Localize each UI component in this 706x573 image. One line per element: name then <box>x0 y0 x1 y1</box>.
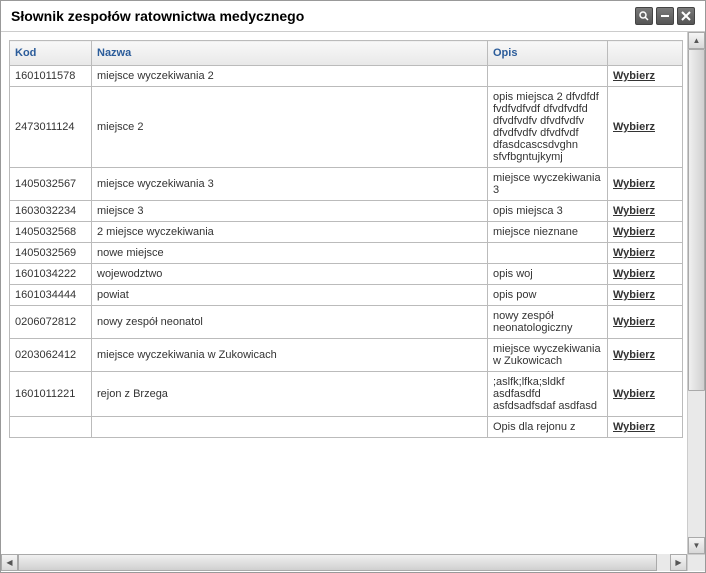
select-link[interactable]: Wybierz <box>613 316 655 328</box>
cell-opis: nowy zespół neonatologiczny <box>488 306 608 339</box>
cell-kod: 1405032567 <box>10 168 92 201</box>
col-header-opis[interactable]: Opis <box>488 41 608 66</box>
select-link[interactable]: Wybierz <box>613 421 655 433</box>
window-controls <box>635 7 695 25</box>
table-row: 1601034222wojewodztwoopis woj Wybierz <box>10 264 683 285</box>
cell-kod: 1405032569 <box>10 243 92 264</box>
table-row: 1405032569nowe miejsce Wybierz <box>10 243 683 264</box>
cell-kod: 0206072812 <box>10 306 92 339</box>
cell-action: Wybierz <box>608 168 683 201</box>
cell-opis: miejsce wyczekiwania w Zukowicach <box>488 339 608 372</box>
table-row: 2473011124miejsce 2opis miejsca 2 dfvdfd… <box>10 87 683 168</box>
table-header-row: Kod Nazwa Opis <box>10 41 683 66</box>
cell-nazwa: miejsce 2 <box>92 87 488 168</box>
cell-opis: opis miejsca 2 dfvdfdf fvdfvdfvdf dfvdfv… <box>488 87 608 168</box>
cell-action: Wybierz <box>608 66 683 87</box>
cell-kod: 2473011124 <box>10 87 92 168</box>
horizontal-scrollbar[interactable]: ◀ ▶ <box>1 554 687 571</box>
cell-kod: 1601034222 <box>10 264 92 285</box>
restore-button[interactable] <box>635 7 653 25</box>
table-row: 1405032567miejsce wyczekiwania 3miejsce … <box>10 168 683 201</box>
scroll-right-button[interactable]: ▶ <box>670 554 687 571</box>
cell-opis: opis woj <box>488 264 608 285</box>
select-link[interactable]: Wybierz <box>613 268 655 280</box>
cell-kod: 1603032234 <box>10 201 92 222</box>
cell-nazwa: miejsce wyczekiwania 3 <box>92 168 488 201</box>
cell-opis: ;aslfk;lfka;sldkf asdfasdfd asfdsadfsdaf… <box>488 372 608 417</box>
minimize-button[interactable] <box>656 7 674 25</box>
window-title: Słownik zespołów ratownictwa medycznego <box>11 8 304 24</box>
table-row: 14050325682 miejsce wyczekiwaniamiejsce … <box>10 222 683 243</box>
cell-nazwa: miejsce wyczekiwania w Zukowicach <box>92 339 488 372</box>
select-link[interactable]: Wybierz <box>613 289 655 301</box>
cell-kod: 0203062412 <box>10 339 92 372</box>
table-row: Opis dla rejonu z Wybierz <box>10 417 683 438</box>
cell-nazwa: powiat <box>92 285 488 306</box>
cell-kod: 1601011221 <box>10 372 92 417</box>
cell-nazwa: miejsce wyczekiwania 2 <box>92 66 488 87</box>
table-row: 1601011578miejsce wyczekiwania 2 Wybierz <box>10 66 683 87</box>
cell-opis <box>488 66 608 87</box>
cell-action: Wybierz <box>608 222 683 243</box>
cell-kod: 1405032568 <box>10 222 92 243</box>
cell-nazwa: miejsce 3 <box>92 201 488 222</box>
cell-opis: opis miejsca 3 <box>488 201 608 222</box>
cell-nazwa: rejon z Brzega <box>92 372 488 417</box>
horizontal-scroll-thumb[interactable] <box>18 554 657 571</box>
cell-nazwa <box>92 417 488 438</box>
table-row: 0203062412miejsce wyczekiwania w Zukowic… <box>10 339 683 372</box>
vertical-scroll-thumb[interactable] <box>688 49 705 391</box>
cell-action: Wybierz <box>608 417 683 438</box>
cell-opis <box>488 243 608 264</box>
cell-action: Wybierz <box>608 87 683 168</box>
select-link[interactable]: Wybierz <box>613 226 655 238</box>
cell-kod <box>10 417 92 438</box>
table-body: 1601011578miejsce wyczekiwania 2Wybierz2… <box>10 66 683 438</box>
scroll-down-button[interactable]: ▼ <box>688 537 705 554</box>
select-link[interactable]: Wybierz <box>613 205 655 217</box>
window-body: Kod Nazwa Opis 1601011578miejsce wyczeki… <box>1 32 705 571</box>
close-button[interactable] <box>677 7 695 25</box>
cell-action: Wybierz <box>608 264 683 285</box>
cell-nazwa: 2 miejsce wyczekiwania <box>92 222 488 243</box>
select-link[interactable]: Wybierz <box>613 349 655 361</box>
vertical-scrollbar[interactable]: ▲ ▼ <box>687 32 705 554</box>
cell-action: Wybierz <box>608 306 683 339</box>
cell-nazwa: wojewodztwo <box>92 264 488 285</box>
window-titlebar: Słownik zespołów ratownictwa medycznego <box>1 1 705 32</box>
cell-action: Wybierz <box>608 339 683 372</box>
scrollbar-corner <box>687 554 705 571</box>
table-row: 1603032234miejsce 3opis miejsca 3 Wybierz <box>10 201 683 222</box>
cell-nazwa: nowe miejsce <box>92 243 488 264</box>
cell-action: Wybierz <box>608 285 683 306</box>
select-link[interactable]: Wybierz <box>613 178 655 190</box>
col-header-nazwa[interactable]: Nazwa <box>92 41 488 66</box>
cell-action: Wybierz <box>608 243 683 264</box>
select-link[interactable]: Wybierz <box>613 70 655 82</box>
cell-nazwa: nowy zespół neonatol <box>92 306 488 339</box>
table-row: 0206072812nowy zespół neonatolnowy zespó… <box>10 306 683 339</box>
select-link[interactable]: Wybierz <box>613 121 655 133</box>
cell-action: Wybierz <box>608 372 683 417</box>
table-row: 1601034444powiatopis pow Wybierz <box>10 285 683 306</box>
col-header-action <box>608 41 683 66</box>
scroll-up-button[interactable]: ▲ <box>688 32 705 49</box>
cell-opis: Opis dla rejonu z <box>488 417 608 438</box>
cell-kod: 1601034444 <box>10 285 92 306</box>
cell-action: Wybierz <box>608 201 683 222</box>
select-link[interactable]: Wybierz <box>613 388 655 400</box>
scroll-left-button[interactable]: ◀ <box>1 554 18 571</box>
data-table: Kod Nazwa Opis 1601011578miejsce wyczeki… <box>9 40 683 438</box>
col-header-kod[interactable]: Kod <box>10 41 92 66</box>
vertical-scroll-track[interactable] <box>688 49 705 537</box>
cell-kod: 1601011578 <box>10 66 92 87</box>
cell-opis: miejsce nieznane <box>488 222 608 243</box>
cell-opis: miejsce wyczekiwania 3 <box>488 168 608 201</box>
cell-opis: opis pow <box>488 285 608 306</box>
horizontal-scroll-track[interactable] <box>18 554 670 571</box>
select-link[interactable]: Wybierz <box>613 247 655 259</box>
table-row: 1601011221rejon z Brzega;aslfk;lfka;sldk… <box>10 372 683 417</box>
